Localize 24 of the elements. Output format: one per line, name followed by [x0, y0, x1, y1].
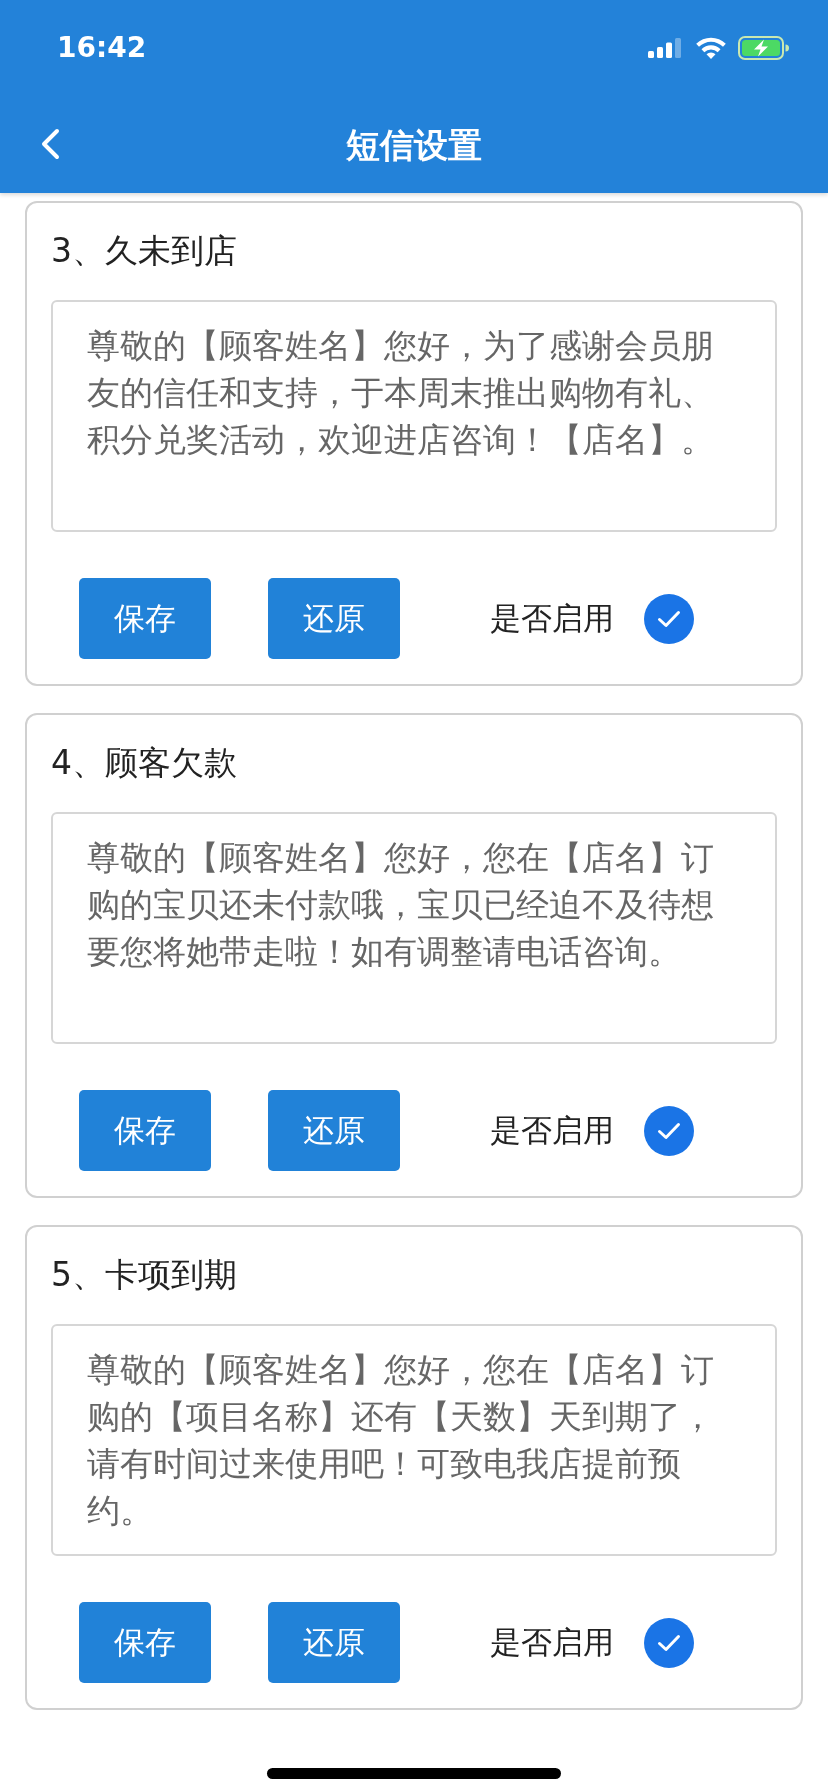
enable-label: 是否启用	[490, 1115, 614, 1146]
template-title: 4、顾客欠款	[51, 742, 238, 784]
save-button[interactable]: 保存	[79, 578, 211, 659]
enable-label: 是否启用	[490, 1627, 614, 1658]
wifi-icon	[695, 37, 727, 59]
check-circle-icon[interactable]	[644, 1617, 694, 1668]
restore-button[interactable]: 还原	[268, 1602, 400, 1683]
template-title: 3、久未到店	[51, 230, 238, 272]
template-title: 5、卡项到期	[51, 1254, 238, 1296]
enable-label: 是否启用	[490, 603, 614, 634]
restore-button[interactable]: 还原	[268, 578, 400, 659]
check-circle-icon[interactable]	[644, 593, 694, 644]
message-field[interactable]: 尊敬的【顾客姓名】您好，您在【店名】订购的【项目名称】还有【天数】天到期了，请有时间过来使用吧！可致电我店提前预约。	[51, 1324, 777, 1556]
battery-charging-icon	[738, 36, 790, 60]
status-time: 16:42	[57, 34, 147, 62]
back-chevron-icon	[40, 128, 60, 160]
save-button[interactable]: 保存	[79, 1090, 211, 1171]
message-field[interactable]: 尊敬的【顾客姓名】您好，您在【店名】订购的宝贝还未付款哦，宝贝已经迫不及待想要您将她带走啦！如有调整请电话咨询。	[51, 812, 777, 1044]
restore-button[interactable]: 还原	[268, 1090, 400, 1171]
check-circle-icon[interactable]	[644, 1105, 694, 1156]
page-title: 短信设置	[346, 127, 482, 162]
save-button[interactable]: 保存	[79, 1602, 211, 1683]
message-field[interactable]: 尊敬的【顾客姓名】您好，为了感谢会员朋友的信任和支持，于本周末推出购物有礼、积分兑奖活动，欢迎进店咨询！【店名】。	[51, 300, 777, 532]
signal-icon	[648, 38, 684, 58]
